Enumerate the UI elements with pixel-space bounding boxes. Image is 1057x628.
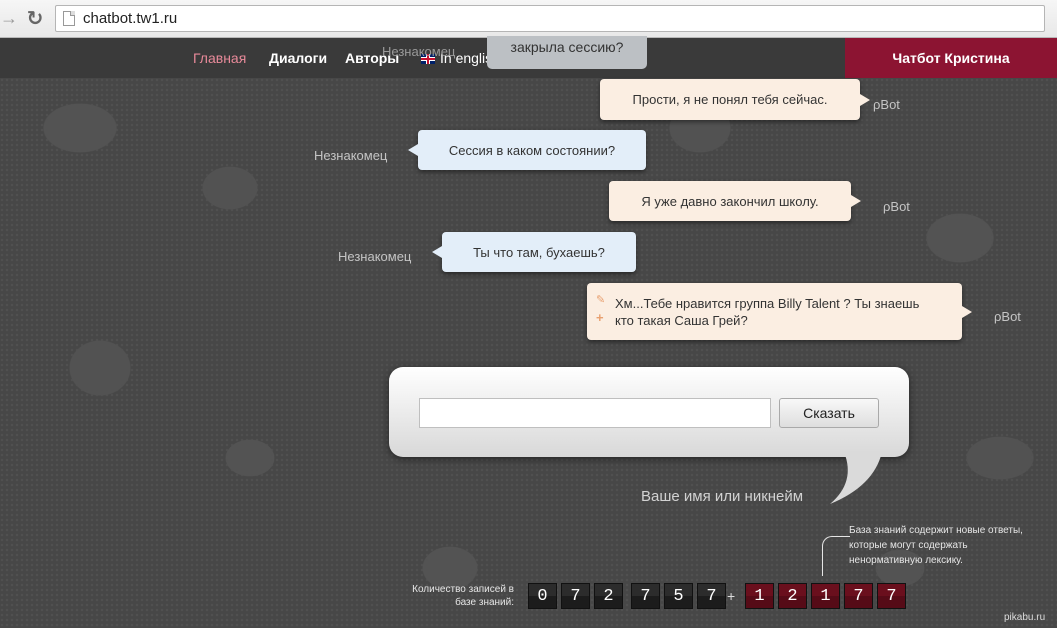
bot-message-bubble: ✎ + Хм...Тебе нравится группа Billy Tale… [587,283,972,340]
kb-count-label: Количество записей в базе знаний: [412,584,514,608]
kb-callout-line [822,536,850,576]
kb-counter-main: 0 7 2 7 5 7 [528,583,726,609]
reload-icon[interactable]: ↻ [24,7,46,29]
plus-icon[interactable]: + [596,311,606,324]
user-speaker-label: Незнакомец [338,249,412,264]
browser-toolbar: → ↻ chatbot.tw1.ru [0,0,1057,38]
bot-message-text: Хм...Тебе нравится группа Billy Talent ?… [615,295,919,329]
bot-speaker-label: ρBot [873,97,900,112]
page-icon [63,11,75,26]
message-line-1: Хм...Тебе нравится группа Billy Talent ?… [615,295,920,311]
counter-digit: 7 [877,583,906,609]
counter-plus-sign: + [727,588,736,604]
input-panel: Сказать [389,367,909,457]
counter-digit: 7 [697,583,726,609]
user-speaker-label: Незнакомец [314,148,388,163]
forward-arrow-icon[interactable]: → [0,9,18,27]
counter-digit: 2 [778,583,807,609]
user-message-bubble: Ты что там, бухаешь? [432,232,636,272]
message-line-2: кто такая Саша Грей? [615,312,748,328]
ghost-message-bubble: закрыла сессию? [487,36,647,69]
ghost-speaker-label: Незнакомец [382,44,456,59]
bot-message-bubble: Я уже давно закончил школу. [609,181,861,221]
watermark: pikabu.ru [1004,612,1046,623]
counter-digit: 2 [594,583,623,609]
user-message-bubble: Сессия в каком состоянии? [408,130,646,170]
message-input[interactable] [419,398,771,428]
url-text[interactable]: chatbot.tw1.ru [83,10,177,27]
say-button[interactable]: Сказать [779,398,879,428]
nickname-hint: Ваше имя или никнейм [641,488,804,505]
bot-message-bubble: Прости, я не понял тебя сейчас. [600,79,870,120]
counter-digit: 7 [561,583,590,609]
bot-speaker-label: ρBot [994,309,1021,324]
address-bar[interactable]: chatbot.tw1.ru [55,5,1045,32]
nav-dialogs[interactable]: Диалоги [269,50,327,66]
counter-digit: 1 [811,583,840,609]
brand-tab[interactable]: Чатбот Кристина [845,38,1057,78]
kb-warning-note: База знаний содержит новые ответы, котор… [849,525,1023,566]
counter-digit: 7 [631,583,660,609]
site-page: Главная Диалоги Авторы In english Чатбот… [0,36,1057,628]
kb-counter-new: 1 2 1 7 7 [745,583,906,609]
panel-tail [830,452,882,504]
bot-speaker-label: ρBot [883,199,910,214]
pencil-icon[interactable]: ✎ [596,295,606,306]
counter-digit: 7 [844,583,873,609]
counter-digit: 1 [745,583,774,609]
counter-digit: 0 [528,583,557,609]
nav-home[interactable]: Главная [193,50,246,66]
counter-digit: 5 [664,583,693,609]
